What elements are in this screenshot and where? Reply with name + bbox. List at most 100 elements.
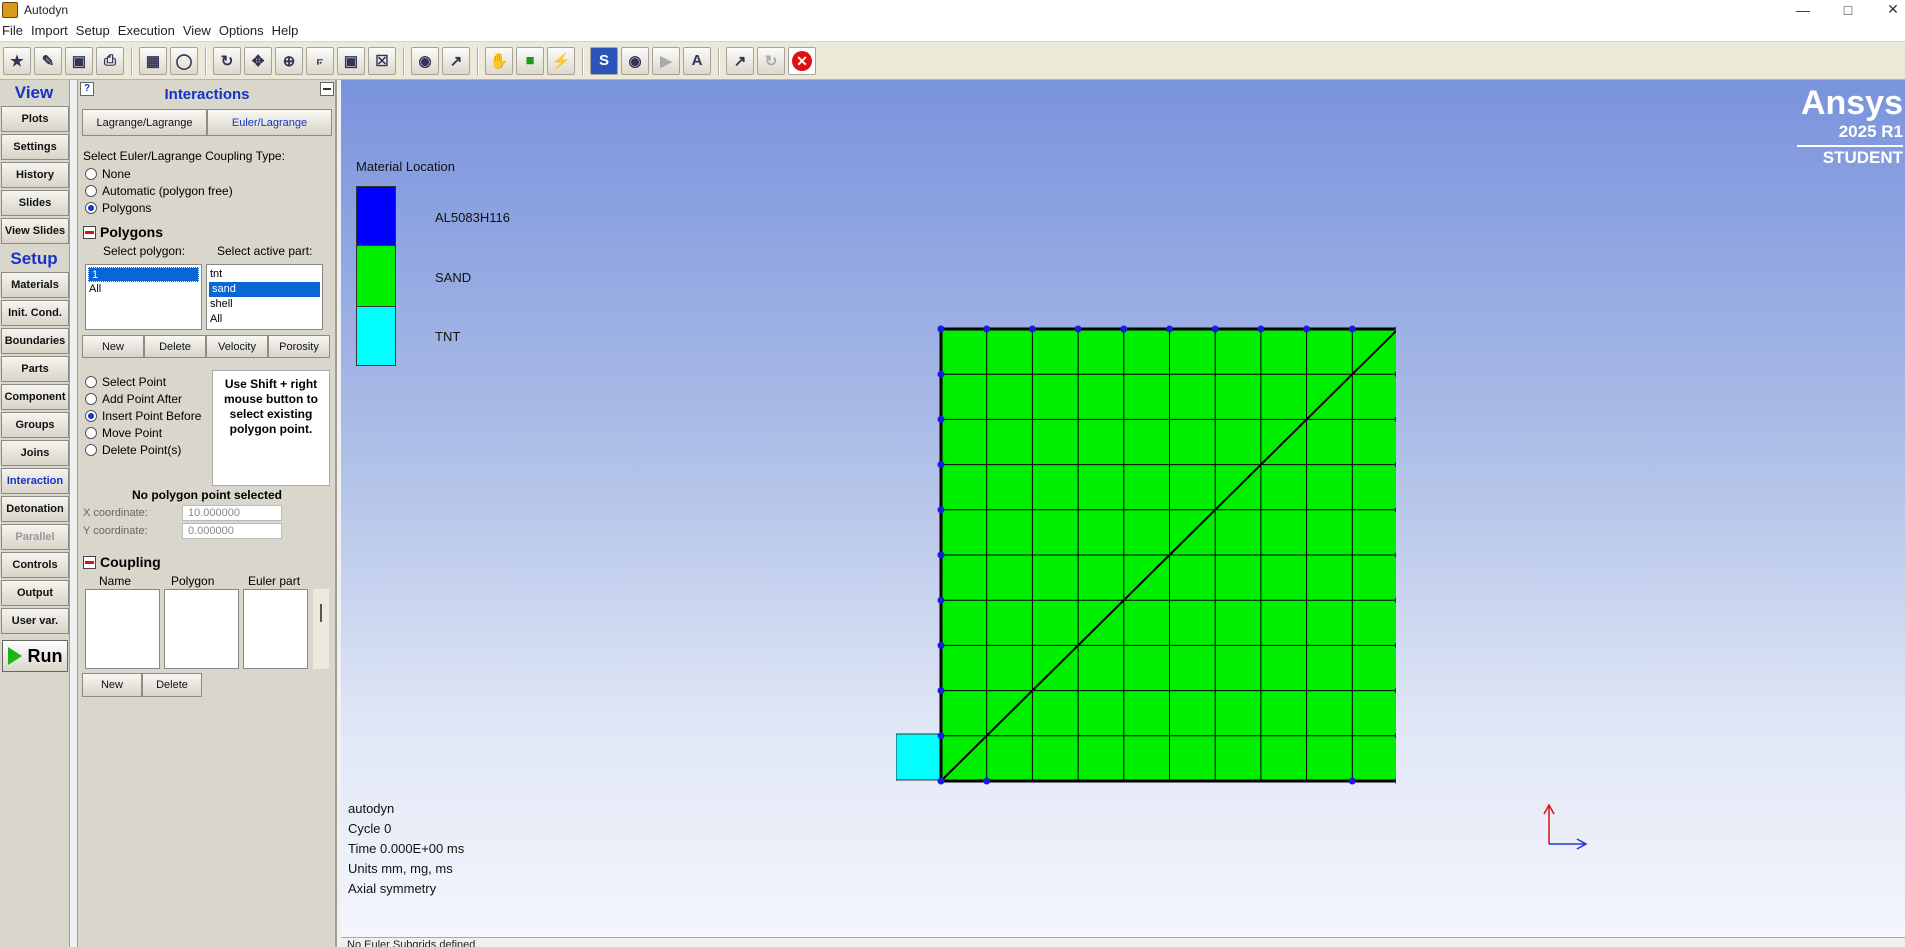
polygon-node[interactable]: [937, 732, 945, 740]
new-icon[interactable]: ★: [3, 46, 31, 75]
polygon-node[interactable]: [937, 325, 945, 333]
polygon-node[interactable]: [1166, 325, 1173, 333]
axis-icon[interactable]: ⟔: [306, 46, 334, 75]
nav-plots[interactable]: Plots: [1, 106, 69, 132]
polygon-node[interactable]: [937, 596, 945, 604]
menu-options[interactable]: Options: [219, 23, 272, 38]
polygon-node[interactable]: [1074, 325, 1082, 333]
polygon-list[interactable]: 1 All: [85, 264, 202, 330]
radio-polygons[interactable]: Polygons: [85, 199, 151, 216]
export-icon[interactable]: ↗: [726, 46, 754, 75]
polygon-node[interactable]: [937, 415, 945, 423]
y-coordinate-field[interactable]: 0.000000: [182, 523, 282, 539]
polygon-node[interactable]: [1303, 325, 1311, 333]
nav-groups[interactable]: Groups: [1, 412, 69, 438]
radio-none[interactable]: None: [85, 165, 131, 182]
nav-controls[interactable]: Controls: [1, 552, 69, 578]
polygon-node[interactable]: [937, 370, 945, 378]
tab-euler-lagrange[interactable]: Euler/Lagrange: [207, 109, 332, 136]
nav-user-var[interactable]: User var.: [1, 608, 69, 634]
coupling-section-header[interactable]: Coupling: [83, 554, 161, 570]
part-list[interactable]: tnt sand shell All: [206, 264, 323, 330]
pan-icon[interactable]: ✥: [244, 46, 272, 75]
porosity-button[interactable]: Porosity: [268, 335, 330, 358]
maximize-button[interactable]: □: [1825, 0, 1871, 19]
polygon-node[interactable]: [937, 687, 945, 695]
polygon-node[interactable]: [937, 551, 945, 559]
polygon-node[interactable]: [937, 777, 945, 785]
coupling-polygon-list[interactable]: [164, 589, 239, 669]
eye-icon[interactable]: ◉: [411, 46, 439, 75]
polygon-node[interactable]: [937, 506, 945, 514]
radio-insert-point-before[interactable]: Insert Point Before: [85, 407, 201, 424]
list-item[interactable]: shell: [207, 297, 322, 312]
coupling-new-button[interactable]: New: [82, 673, 142, 697]
slide-icon[interactable]: S: [590, 46, 618, 75]
velocity-button[interactable]: Velocity: [206, 335, 268, 358]
list-item[interactable]: tnt: [207, 267, 322, 282]
polygon-node[interactable]: [937, 641, 945, 649]
radio-delete-points[interactable]: Delete Point(s): [85, 441, 181, 458]
nav-joins[interactable]: Joins: [1, 440, 69, 466]
polygon-node[interactable]: [1120, 325, 1128, 333]
tab-lagrange-lagrange[interactable]: Lagrange/Lagrange: [82, 109, 207, 136]
lightning-icon[interactable]: ⚡: [547, 46, 575, 75]
polygon-node[interactable]: [1348, 325, 1356, 333]
menu-execution[interactable]: Execution: [118, 23, 183, 38]
coupling-delete-button[interactable]: Delete: [142, 673, 202, 697]
menu-setup[interactable]: Setup: [76, 23, 118, 38]
save-icon[interactable]: ▣: [65, 46, 93, 75]
coupling-scrollbar[interactable]: [313, 589, 329, 669]
nav-history[interactable]: History: [1, 162, 69, 188]
window-close-button[interactable]: ✕: [1870, 0, 1905, 19]
list-item[interactable]: All: [207, 312, 322, 327]
nav-parts[interactable]: Parts: [1, 356, 69, 382]
fit-icon[interactable]: ▣: [337, 46, 365, 75]
list-item[interactable]: 1: [88, 267, 199, 282]
polygon-node[interactable]: [983, 777, 991, 785]
menu-help[interactable]: Help: [272, 23, 307, 38]
radio-automatic[interactable]: Automatic (polygon free): [85, 182, 233, 199]
nav-init-cond[interactable]: Init. Cond.: [1, 300, 69, 326]
print-icon[interactable]: ⎙: [96, 46, 124, 75]
nav-boundaries[interactable]: Boundaries: [1, 328, 69, 354]
model-viewport[interactable]: Material Location AL5083H116 SAND TNT An…: [341, 80, 1905, 937]
radio-select-point[interactable]: Select Point: [85, 373, 166, 390]
coupling-euler-part-list[interactable]: [243, 589, 308, 669]
text-icon[interactable]: A: [683, 46, 711, 75]
zoom-icon[interactable]: ⊕: [275, 46, 303, 75]
menu-view[interactable]: View: [183, 23, 219, 38]
x-coordinate-field[interactable]: 10.000000: [182, 505, 282, 521]
nav-component[interactable]: Component: [1, 384, 69, 410]
nav-view-slides[interactable]: View Slides: [1, 218, 69, 244]
radio-add-point-after[interactable]: Add Point After: [85, 390, 182, 407]
mesh-view[interactable]: [896, 240, 1396, 810]
scrollbar-thumb[interactable]: [320, 604, 322, 622]
play-icon[interactable]: ▶: [652, 46, 680, 75]
refresh-icon[interactable]: ↻: [757, 46, 785, 75]
zoom-box-icon[interactable]: ◯: [170, 46, 198, 75]
menu-file[interactable]: File: [2, 23, 31, 38]
nav-materials[interactable]: Materials: [1, 272, 69, 298]
polygon-new-button[interactable]: New: [82, 335, 144, 358]
grid-icon[interactable]: ▦: [139, 46, 167, 75]
box-icon[interactable]: ■: [516, 46, 544, 75]
polygon-node[interactable]: [1257, 325, 1265, 333]
rotate-icon[interactable]: ↻: [213, 46, 241, 75]
nav-detonation[interactable]: Detonation: [1, 496, 69, 522]
run-button[interactable]: Run: [2, 640, 68, 672]
nav-interaction[interactable]: Interaction: [1, 468, 69, 494]
list-item[interactable]: All: [86, 282, 201, 297]
close-icon[interactable]: ✕: [788, 46, 816, 75]
nav-settings[interactable]: Settings: [1, 134, 69, 160]
nav-slides[interactable]: Slides: [1, 190, 69, 216]
nav-output[interactable]: Output: [1, 580, 69, 606]
chart-icon[interactable]: ↗: [442, 46, 470, 75]
polygons-section-header[interactable]: Polygons: [83, 224, 163, 240]
list-item[interactable]: sand: [209, 282, 320, 297]
fit-all-icon[interactable]: ☒: [368, 46, 396, 75]
polygon-delete-button[interactable]: Delete: [144, 335, 206, 358]
polygon-node[interactable]: [937, 461, 945, 469]
minimize-button[interactable]: —: [1780, 0, 1826, 19]
polygon-node[interactable]: [1028, 325, 1036, 333]
